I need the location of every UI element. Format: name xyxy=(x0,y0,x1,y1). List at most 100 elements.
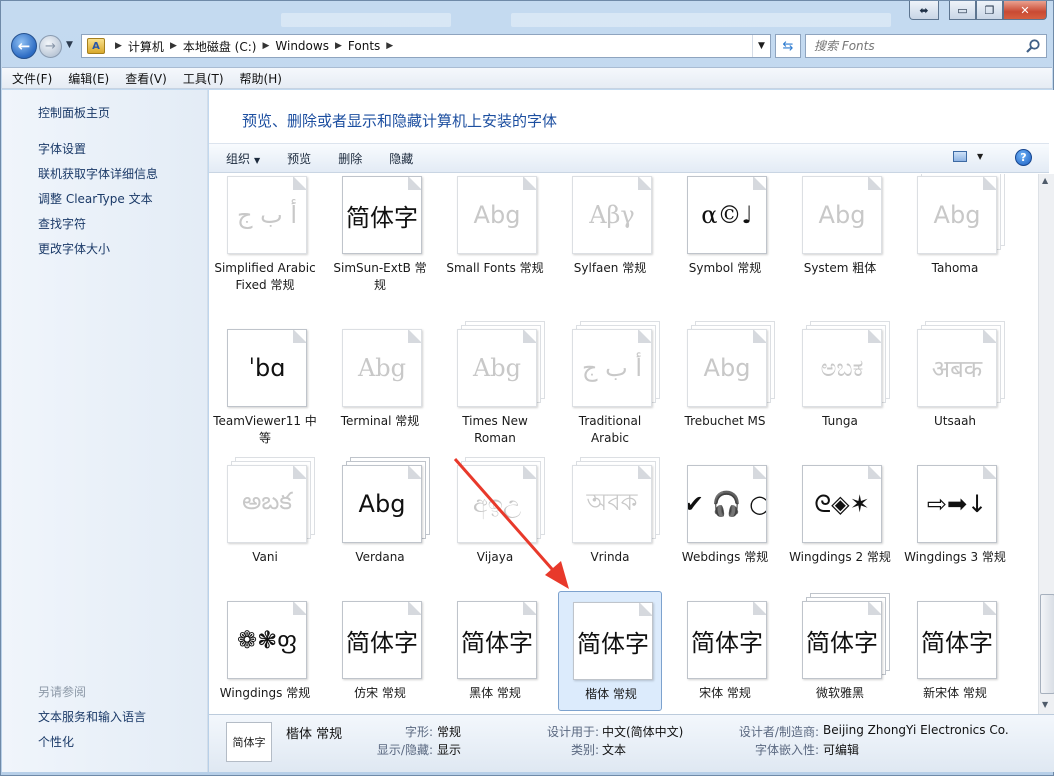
font-tile[interactable]: ˈbɑ TeamViewer11 中等 xyxy=(213,319,317,445)
font-file-icon: 简体字 xyxy=(687,593,775,681)
font-tile[interactable]: Abg Times New Roman xyxy=(443,319,547,445)
menu-tools[interactable]: 工具(T) xyxy=(183,70,224,87)
font-sample-text: 简体字 xyxy=(346,203,418,232)
font-sample-text: 简体字 xyxy=(461,628,533,657)
font-sample-text: أ ب ج xyxy=(581,354,642,382)
font-tile[interactable]: Abg System 粗体 xyxy=(788,174,892,286)
font-sample-text: Αβγ xyxy=(589,201,635,229)
font-tile[interactable]: 简体字 微软雅黑 xyxy=(788,591,892,711)
breadcrumb-chevron-icon[interactable]: ▶ xyxy=(115,41,122,51)
font-name-label: Utsaah xyxy=(933,414,977,428)
delete-button[interactable]: 删除 xyxy=(338,150,362,167)
font-tile[interactable]: 简体字 黑体 常规 xyxy=(443,591,547,711)
font-tile[interactable]: අඉඋ Vijaya xyxy=(443,455,547,575)
search-icon[interactable] xyxy=(1025,38,1041,54)
breadcrumb-chevron-icon[interactable]: ▶ xyxy=(386,41,393,51)
font-sample-text: ⇨➡↓ xyxy=(926,490,988,518)
scrollbar-thumb[interactable] xyxy=(1040,594,1054,694)
menu-view[interactable]: 查看(V) xyxy=(125,70,167,87)
font-tile[interactable]: Abg Terminal 常规 xyxy=(328,319,432,439)
scroll-down-icon[interactable]: ▼ xyxy=(1042,700,1048,709)
font-tile[interactable]: Abg Tahoma xyxy=(903,174,1007,286)
nav-font-settings[interactable]: 字体设置 xyxy=(38,140,86,157)
font-sample-text: అబక xyxy=(242,487,292,515)
menu-edit[interactable]: 编辑(E) xyxy=(68,70,109,87)
nav-change-font-size[interactable]: 更改字体大小 xyxy=(38,240,110,257)
nav-online-font-info[interactable]: 联机获取字体详细信息 xyxy=(38,165,158,182)
back-button[interactable]: ← xyxy=(11,33,37,59)
font-file-icon: Abg xyxy=(687,321,775,409)
nav-text-services[interactable]: 文本服务和输入语言 xyxy=(38,708,146,725)
recent-pages-chevron-icon[interactable]: ▼ xyxy=(66,40,73,50)
font-preview: অবক xyxy=(572,465,652,543)
chevron-down-icon: ▼ xyxy=(977,152,984,161)
breadcrumb-local-disk[interactable]: 本地磁盘 (C:) xyxy=(183,38,257,55)
font-tile[interactable]: 简体字 新宋体 常规 xyxy=(903,591,1007,711)
breadcrumb-chevron-icon[interactable]: ▶ xyxy=(335,41,342,51)
vertical-scrollbar[interactable]: ▲ ▼ xyxy=(1038,174,1054,714)
style-label: 字形: xyxy=(404,725,433,739)
font-tile[interactable]: ᘓ◈✶ Wingdings 2 常规 xyxy=(788,455,892,575)
designer-label: 设计者/制造商: xyxy=(738,725,819,739)
font-preview: 简体字 xyxy=(687,601,767,679)
font-preview: ಅಬಕ xyxy=(802,329,882,407)
organize-button[interactable]: 组织 ▼ xyxy=(226,150,260,167)
maximize-button[interactable]: ❐ xyxy=(976,1,1003,20)
font-tile[interactable]: అబక Vani xyxy=(213,455,317,575)
font-tile[interactable]: অবক Vrinda xyxy=(558,455,662,575)
font-preview: అబక xyxy=(227,465,307,543)
hide-button[interactable]: 隐藏 xyxy=(389,150,413,167)
font-tile[interactable]: अबक Utsaah xyxy=(903,319,1007,439)
change-view-button[interactable]: ▼ xyxy=(953,151,983,162)
forward-button[interactable]: → xyxy=(39,35,62,58)
font-tile[interactable]: Αβγ Sylfaen 常规 xyxy=(558,174,662,286)
font-tile[interactable]: أ ب ج Simplified Arabic Fixed 常规 xyxy=(213,174,317,292)
font-sample-text: Abg xyxy=(818,201,866,229)
breadcrumb-chevron-icon[interactable]: ▶ xyxy=(170,41,177,51)
font-preview: ❁❃ფ xyxy=(227,601,307,679)
help-icon[interactable]: ? xyxy=(1015,149,1032,166)
font-tile[interactable]: Abg Verdana xyxy=(328,455,432,575)
font-tile[interactable]: Abg Small Fonts 常规 xyxy=(443,174,547,286)
font-tile[interactable]: 简体字 仿宋 常规 xyxy=(328,591,432,711)
address-dropdown-icon[interactable]: ▼ xyxy=(752,35,770,57)
font-sample-text: ಅಬಕ xyxy=(820,354,864,382)
scroll-up-icon[interactable]: ▲ xyxy=(1042,176,1048,185)
font-preview: Αβγ xyxy=(572,176,652,254)
font-name-label: 宋体 常规 xyxy=(699,686,751,700)
font-tile[interactable]: ⇨➡↓ Wingdings 3 常规 xyxy=(903,455,1007,575)
font-sample-text: ᘓ◈✶ xyxy=(814,490,870,518)
search-input[interactable] xyxy=(814,39,1019,53)
refresh-button[interactable]: ⇆ xyxy=(775,34,801,58)
address-bar[interactable]: A ▶ 计算机 ▶ 本地磁盘 (C:) ▶ Windows ▶ Fonts ▶ … xyxy=(81,34,771,58)
font-tile[interactable]: ✔ 🎧 ○ Webdings 常规 xyxy=(673,455,777,575)
breadcrumb-chevron-icon[interactable]: ▶ xyxy=(262,41,269,51)
font-name-label: Wingdings 常规 xyxy=(219,686,311,700)
close-button[interactable]: ✕ xyxy=(1003,1,1047,20)
font-tile[interactable]: 简体字 宋体 常规 xyxy=(673,591,777,711)
font-tile[interactable]: α©♩ Symbol 常规 xyxy=(673,174,777,286)
font-preview: Abg xyxy=(342,329,422,407)
search-box[interactable] xyxy=(805,34,1047,58)
font-file-icon: أ ب ج xyxy=(572,321,660,409)
nav-personalization[interactable]: 个性化 xyxy=(38,733,74,750)
font-name-label: Simplified Arabic Fixed 常规 xyxy=(214,261,316,292)
nav-control-panel-home[interactable]: 控制面板主页 xyxy=(38,104,110,121)
preview-button[interactable]: 预览 xyxy=(287,150,311,167)
font-tile[interactable]: ❁❃ფ Wingdings 常规 xyxy=(213,591,317,711)
font-tile[interactable]: 简体字 楷体 常规 xyxy=(558,591,662,711)
nav-adjust-cleartype[interactable]: 调整 ClearType 文本 xyxy=(38,190,153,207)
breadcrumb-fonts[interactable]: Fonts xyxy=(348,39,380,53)
font-tile[interactable]: ಅಬಕ Tunga xyxy=(788,319,892,439)
snap-icon[interactable]: ⬌ xyxy=(909,1,939,20)
font-tile[interactable]: أ ب ج Traditional Arabic xyxy=(558,319,662,445)
menu-help[interactable]: 帮助(H) xyxy=(240,70,282,87)
nav-find-character[interactable]: 查找字符 xyxy=(38,215,86,232)
breadcrumb-windows[interactable]: Windows xyxy=(275,39,329,53)
menu-file[interactable]: 文件(F) xyxy=(12,70,52,87)
font-tile[interactable]: 简体字 SimSun-ExtB 常规 xyxy=(328,174,432,292)
font-sample-text: 简体字 xyxy=(577,629,649,658)
font-tile[interactable]: Abg Trebuchet MS xyxy=(673,319,777,439)
minimize-button[interactable]: ▭ xyxy=(949,1,976,20)
breadcrumb-computer[interactable]: 计算机 xyxy=(128,38,164,55)
